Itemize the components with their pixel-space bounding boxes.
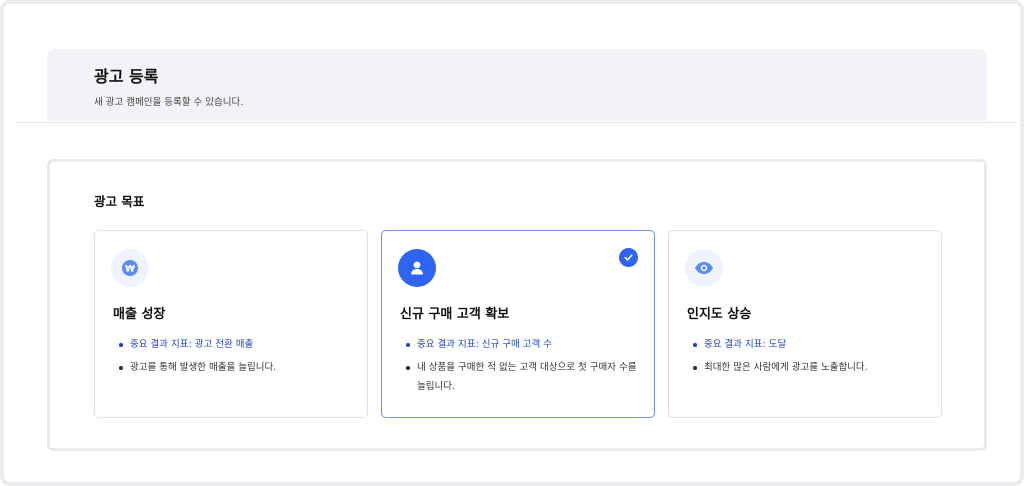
card-description: 최대한 많은 사람에게 광고를 노출합니다.: [693, 358, 933, 377]
app-frame: 광고 등록 새 광고 캠페인을 등록할 수 있습니다. 광고 목표 ₩ 매출 성…: [0, 0, 1024, 486]
won-icon: ₩: [111, 249, 149, 287]
card-title: 신규 구매 고객 확보: [400, 307, 510, 322]
card-details: 중요 결과 지표: 신규 구매 고객 수 내 상품을 구매한 적 없는 고객 대…: [406, 335, 646, 400]
card-kpi: 중요 결과 지표: 광고 전환 매출: [119, 335, 359, 354]
card-title: 인지도 상승: [687, 307, 752, 322]
user-icon: [398, 249, 436, 287]
card-kpi: 중요 결과 지표: 도달: [693, 335, 933, 354]
eye-icon: [685, 249, 723, 287]
card-details: 중요 결과 지표: 광고 전환 매출 광고를 통해 발생한 매출을 늘립니다.: [119, 335, 359, 381]
page-header: 광고 등록 새 광고 캠페인을 등록할 수 있습니다.: [47, 49, 987, 121]
card-kpi: 중요 결과 지표: 신규 구매 고객 수: [406, 335, 646, 354]
card-details: 중요 결과 지표: 도달 최대한 많은 사람에게 광고를 노출합니다.: [693, 335, 933, 381]
svg-text:₩: ₩: [125, 265, 135, 275]
page-title: 광고 등록: [94, 67, 159, 86]
objective-card-awareness[interactable]: 인지도 상승 중요 결과 지표: 도달 최대한 많은 사람에게 광고를 노출합니…: [668, 230, 942, 418]
header-divider: [16, 122, 1018, 123]
objective-card-sales-growth[interactable]: ₩ 매출 성장 중요 결과 지표: 광고 전환 매출 광고를 통해 발생한 매출…: [94, 230, 368, 418]
selected-check-icon: [619, 248, 638, 267]
objective-section: 광고 목표 ₩ 매출 성장 중요 결과 지표: 광고 전환 매출 광고를 통해 …: [47, 159, 987, 451]
card-description: 광고를 통해 발생한 매출을 늘립니다.: [119, 358, 359, 377]
page-subtitle: 새 광고 캠페인을 등록할 수 있습니다.: [94, 97, 244, 108]
objective-card-new-customers[interactable]: 신규 구매 고객 확보 중요 결과 지표: 신규 구매 고객 수 내 상품을 구…: [381, 230, 655, 418]
card-description: 내 상품을 구매한 적 없는 고객 대상으로 첫 구매자 수를 늘립니다.: [406, 358, 646, 396]
card-title: 매출 성장: [113, 307, 166, 322]
section-title: 광고 목표: [94, 194, 145, 209]
